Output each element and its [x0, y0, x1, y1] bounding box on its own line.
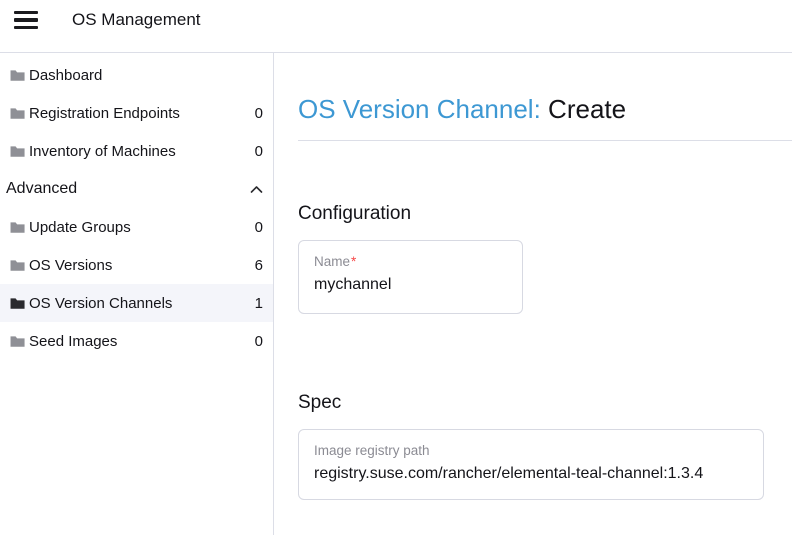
- sidebar-item-label: OS Versions: [29, 257, 112, 274]
- title-divider: [298, 140, 792, 141]
- folder-icon: [10, 69, 25, 82]
- sidebar-item-count: 0: [255, 333, 263, 350]
- folder-icon: [10, 107, 25, 120]
- configuration-section: Configuration Name* mychannel: [298, 203, 792, 314]
- sidebar-item-label: Registration Endpoints: [29, 105, 180, 122]
- sidebar-item-label: OS Version Channels: [29, 295, 172, 312]
- page-title: OS Version Channel: Create: [298, 94, 792, 124]
- sidebar-item-count: 6: [255, 257, 263, 274]
- sidebar-item-count: 0: [255, 143, 263, 160]
- name-input[interactable]: Name* mychannel: [298, 240, 523, 314]
- hamburger-menu-icon[interactable]: [14, 11, 38, 29]
- name-input-label: Name*: [314, 254, 507, 270]
- required-asterisk: *: [351, 254, 356, 269]
- sidebar-item-inventory-of-machines[interactable]: Inventory of Machines 0: [0, 132, 273, 170]
- sidebar-item-label: Inventory of Machines: [29, 143, 176, 160]
- sidebar-item-label: Dashboard: [29, 67, 102, 84]
- folder-icon: [10, 145, 25, 158]
- sidebar-item-label: Seed Images: [29, 333, 117, 350]
- sidebar-item-os-versions[interactable]: OS Versions 6: [0, 246, 273, 284]
- sidebar-item-os-version-channels[interactable]: OS Version Channels 1: [0, 284, 273, 322]
- image-registry-path-value: registry.suse.com/rancher/elemental-teal…: [314, 465, 748, 483]
- app-title: OS Management: [72, 11, 201, 29]
- spec-section: Spec Image registry path registry.suse.c…: [298, 392, 792, 500]
- chevron-up-icon: [250, 185, 263, 194]
- page-title-action: Create: [548, 94, 626, 124]
- resource-type-link[interactable]: OS Version Channel:: [298, 94, 541, 124]
- sidebar-item-registration-endpoints[interactable]: Registration Endpoints 0: [0, 94, 273, 132]
- spec-heading: Spec: [298, 392, 792, 414]
- folder-icon: [10, 221, 25, 234]
- sidebar-group-label: Advanced: [6, 180, 77, 198]
- configuration-heading: Configuration: [298, 203, 792, 225]
- sidebar-group-advanced[interactable]: Advanced: [0, 170, 273, 208]
- sidebar-item-count: 0: [255, 105, 263, 122]
- app-header: OS Management: [0, 0, 792, 53]
- name-input-value: mychannel: [314, 276, 507, 294]
- folder-icon: [10, 259, 25, 272]
- sidebar: Dashboard Registration Endpoints 0 Inven…: [0, 53, 274, 535]
- sidebar-item-update-groups[interactable]: Update Groups 0: [0, 208, 273, 246]
- sidebar-item-count: 0: [255, 219, 263, 236]
- sidebar-item-dashboard[interactable]: Dashboard: [0, 56, 273, 94]
- main-content: OS Version Channel: Create Configuration…: [274, 53, 792, 535]
- sidebar-item-seed-images[interactable]: Seed Images 0: [0, 322, 273, 360]
- sidebar-item-label: Update Groups: [29, 219, 131, 236]
- folder-icon: [10, 335, 25, 348]
- sidebar-item-count: 1: [255, 295, 263, 312]
- image-registry-path-label: Image registry path: [314, 443, 748, 459]
- image-registry-path-input[interactable]: Image registry path registry.suse.com/ra…: [298, 429, 764, 500]
- folder-icon: [10, 297, 25, 310]
